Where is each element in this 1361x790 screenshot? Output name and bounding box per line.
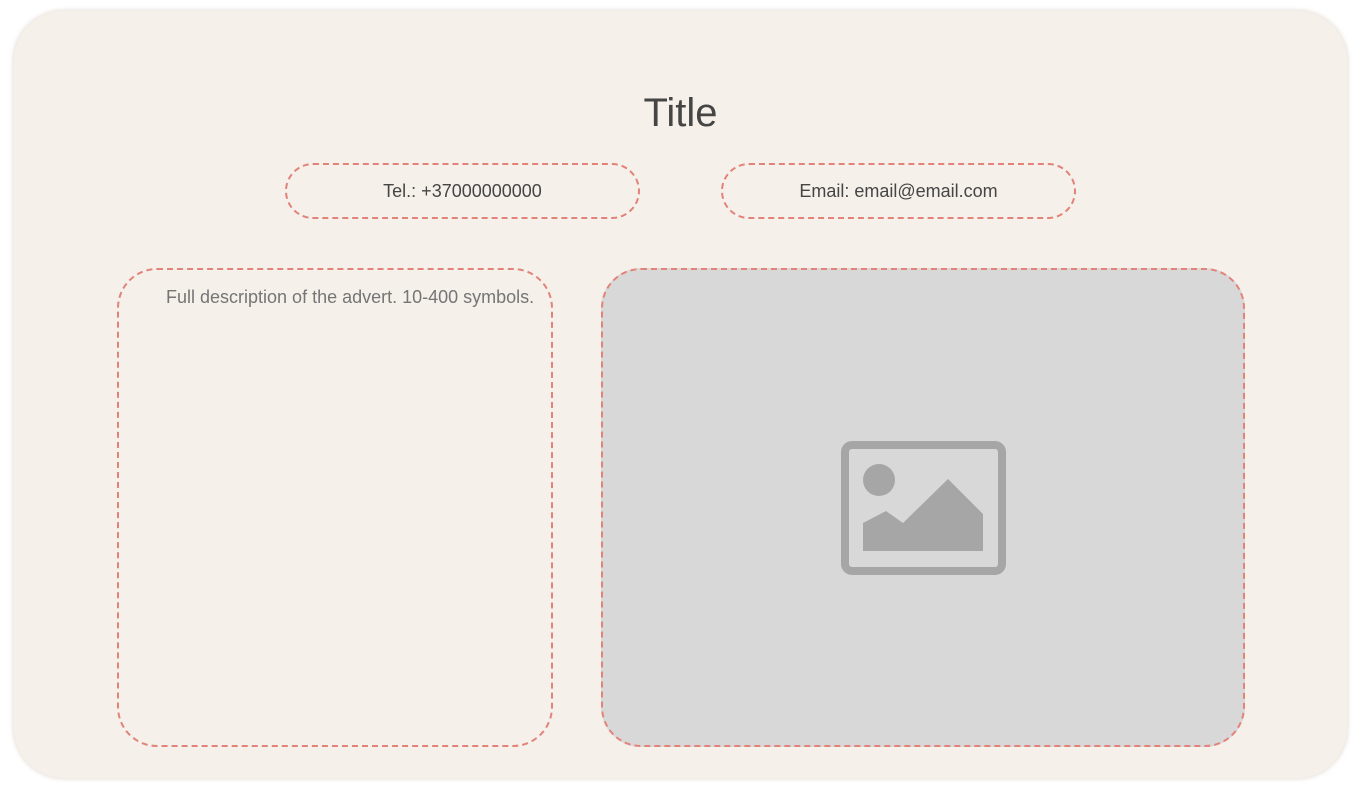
phone-field[interactable]: Tel.: +37000000000 [285, 163, 640, 219]
description-input[interactable] [117, 268, 553, 747]
email-field[interactable]: Email: email@email.com [721, 163, 1076, 219]
phone-text: Tel.: +37000000000 [383, 180, 542, 201]
advert-card: Title Tel.: +37000000000 Email: email@em… [14, 11, 1347, 778]
image-placeholder-icon [840, 440, 1006, 575]
image-upload-area[interactable] [601, 268, 1245, 747]
email-text: Email: email@email.com [799, 180, 998, 201]
advert-title: Title [643, 91, 718, 135]
